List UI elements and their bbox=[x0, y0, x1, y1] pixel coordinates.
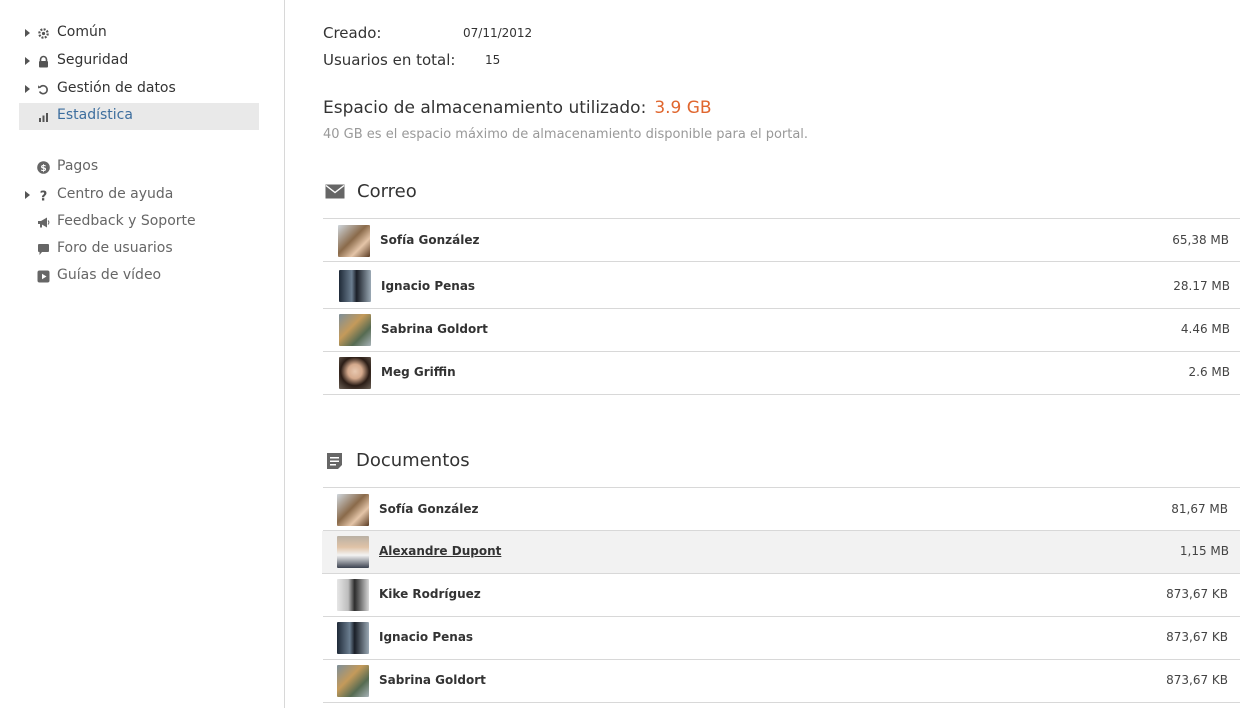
mail-section-title: Correo bbox=[357, 181, 417, 202]
avatar[interactable] bbox=[337, 622, 369, 654]
user-name[interactable]: Kike Rodríguez bbox=[379, 587, 481, 601]
expand-arrow-icon[interactable] bbox=[25, 191, 30, 199]
storage-title: Espacio de almacenamiento utilizado: 3.9 … bbox=[323, 98, 712, 118]
avatar[interactable] bbox=[337, 579, 369, 611]
usage-size: 873,67 KB bbox=[1166, 673, 1228, 687]
user-name[interactable]: Ignacio Penas bbox=[381, 279, 475, 293]
sidebar-item-estadistica[interactable]: Estadística bbox=[19, 103, 259, 130]
speech-bubble-icon bbox=[37, 243, 50, 256]
user-name[interactable]: Meg Griffin bbox=[381, 365, 456, 379]
table-row: Sofía González 65,38 MB bbox=[323, 219, 1240, 262]
sidebar-item-guias-video[interactable]: Guías de vídeo bbox=[19, 263, 259, 290]
storage-note: 40 GB es el espacio máximo de almacenami… bbox=[323, 127, 809, 142]
avatar[interactable] bbox=[339, 270, 371, 302]
user-name[interactable]: Sofía González bbox=[379, 502, 478, 516]
user-name[interactable]: Sabrina Goldort bbox=[381, 322, 488, 336]
table-row: Ignacio Penas 28.17 MB bbox=[323, 262, 1240, 309]
table-row: Ignacio Penas 873,67 KB bbox=[323, 617, 1240, 660]
created-label: Creado: bbox=[323, 24, 382, 42]
sidebar-item-pagos[interactable]: $ Pagos bbox=[19, 154, 259, 181]
lock-icon bbox=[37, 55, 50, 68]
sidebar-item-gestion-de-datos[interactable]: Gestión de datos bbox=[19, 76, 259, 103]
avatar[interactable] bbox=[339, 314, 371, 346]
sidebar-item-label: Gestión de datos bbox=[57, 80, 176, 96]
settings-sidebar: Común Seguridad Gestión de datos Estadís… bbox=[0, 0, 285, 708]
avatar[interactable] bbox=[338, 225, 370, 257]
avatar[interactable] bbox=[337, 494, 369, 526]
sidebar-item-centro-de-ayuda[interactable]: ? Centro de ayuda bbox=[19, 182, 259, 209]
usage-size: 873,67 KB bbox=[1166, 630, 1228, 644]
usage-size: 81,67 MB bbox=[1171, 502, 1228, 516]
sidebar-item-label: Centro de ayuda bbox=[57, 186, 174, 202]
gear-icon bbox=[37, 27, 50, 40]
usage-size: 1,15 MB bbox=[1179, 544, 1229, 558]
storage-label: Espacio de almacenamiento utilizado: bbox=[323, 98, 647, 118]
user-name[interactable]: Ignacio Penas bbox=[379, 630, 473, 644]
sidebar-item-foro[interactable]: Foro de usuarios bbox=[19, 236, 259, 263]
users-total-label: Usuarios en total: bbox=[323, 51, 456, 69]
statistics-panel: Creado: 07/11/2012 Usuarios en total: 15… bbox=[322, 0, 1240, 708]
table-row: Meg Griffin 2.6 MB bbox=[323, 352, 1240, 395]
documents-section-title: Documentos bbox=[356, 450, 470, 471]
storage-used-value: 3.9 GB bbox=[654, 98, 712, 118]
sidebar-item-label: Guías de vídeo bbox=[57, 267, 162, 283]
sidebar-item-seguridad[interactable]: Seguridad bbox=[19, 48, 259, 75]
sidebar-item-label: Pagos bbox=[57, 158, 99, 174]
svg-text:?: ? bbox=[40, 190, 48, 203]
usage-size: 2.6 MB bbox=[1188, 365, 1230, 379]
bar-chart-icon bbox=[37, 110, 50, 123]
table-row-highlighted: Alexandre Dupont 1,15 MB bbox=[322, 531, 1240, 574]
sidebar-item-label: Común bbox=[57, 24, 107, 40]
table-row: Sofía González 81,67 MB bbox=[323, 488, 1240, 531]
user-name[interactable]: Sofía González bbox=[380, 233, 479, 247]
usage-size: 4.46 MB bbox=[1180, 322, 1230, 336]
expand-arrow-icon[interactable] bbox=[25, 85, 30, 93]
play-icon bbox=[37, 270, 50, 283]
user-name[interactable]: Alexandre Dupont bbox=[379, 544, 501, 558]
mail-usage-list: Sofía González 65,38 MB Ignacio Penas 28… bbox=[323, 218, 1240, 395]
question-icon: ? bbox=[37, 189, 50, 205]
table-row: Sabrina Goldort 873,67 KB bbox=[323, 660, 1240, 703]
avatar[interactable] bbox=[337, 665, 369, 697]
envelope-icon bbox=[325, 184, 345, 203]
documents-usage-list: Sofía González 81,67 MB Alexandre Dupont… bbox=[322, 487, 1240, 703]
megaphone-icon bbox=[37, 216, 50, 229]
document-icon bbox=[326, 452, 343, 474]
avatar[interactable] bbox=[337, 536, 369, 568]
avatar[interactable] bbox=[339, 357, 371, 389]
sidebar-item-comun[interactable]: Común bbox=[19, 20, 259, 47]
expand-arrow-icon[interactable] bbox=[25, 57, 30, 65]
dollar-icon: $ bbox=[37, 161, 50, 174]
svg-text:$: $ bbox=[40, 164, 46, 174]
sidebar-item-feedback[interactable]: Feedback y Soporte bbox=[19, 209, 259, 236]
users-total-value: 15 bbox=[485, 53, 501, 67]
usage-size: 28.17 MB bbox=[1173, 279, 1230, 293]
sidebar-item-label: Foro de usuarios bbox=[57, 240, 173, 256]
created-value: 07/11/2012 bbox=[463, 26, 533, 40]
restore-icon bbox=[37, 83, 50, 96]
usage-size: 65,38 MB bbox=[1172, 233, 1229, 247]
sidebar-item-label: Feedback y Soporte bbox=[57, 213, 196, 229]
usage-size: 873,67 KB bbox=[1166, 587, 1228, 601]
table-row: Sabrina Goldort 4.46 MB bbox=[323, 309, 1240, 352]
sidebar-item-label: Seguridad bbox=[57, 52, 129, 68]
user-name[interactable]: Sabrina Goldort bbox=[379, 673, 486, 687]
sidebar-item-label: Estadística bbox=[57, 107, 133, 123]
expand-arrow-icon[interactable] bbox=[25, 29, 30, 37]
table-row: Kike Rodríguez 873,67 KB bbox=[323, 574, 1240, 617]
